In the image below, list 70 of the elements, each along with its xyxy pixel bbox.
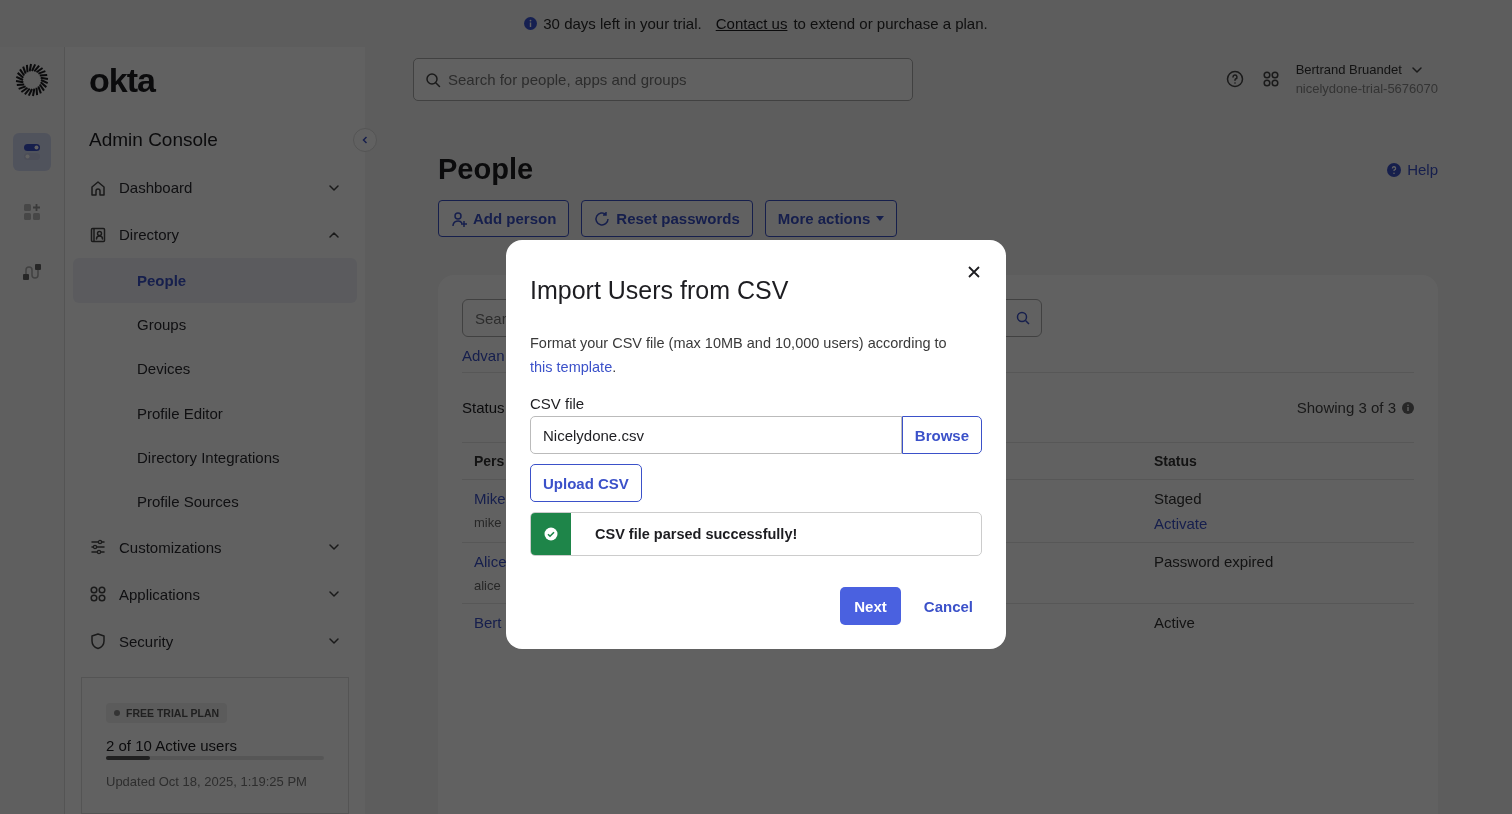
- file-field[interactable]: Nicelydone.csv: [530, 416, 902, 454]
- caret-icon: [876, 215, 885, 222]
- person-email: mike: [474, 515, 502, 530]
- column-header: Pers: [474, 453, 506, 469]
- add-person-icon: [451, 210, 467, 227]
- home-icon: [89, 178, 107, 197]
- field-label: CSV file: [530, 395, 586, 412]
- info-icon: [524, 17, 538, 30]
- nav-subitem[interactable]: Profile Sources: [73, 479, 357, 524]
- nav-item[interactable]: Directory: [73, 211, 357, 259]
- person-email: alice: [474, 578, 501, 593]
- user-menu[interactable]: Bertrand Bruandet: [1295, 62, 1438, 77]
- help-link[interactable]: Help: [1387, 161, 1438, 178]
- upload-button[interactable]: Upload CSV: [530, 464, 642, 502]
- action-button[interactable]: Reset passwords: [581, 200, 753, 237]
- collapse-button[interactable]: [353, 128, 377, 152]
- usage-text: 2 of 10 Active users: [106, 737, 238, 754]
- nav-subitem[interactable]: Groups: [73, 302, 357, 347]
- trial-message-suffix: to extend or purchase a plan.: [793, 15, 988, 32]
- result-count: Showing 3 of 3: [1296, 399, 1396, 416]
- contact-link[interactable]: Contact us: [715, 15, 788, 32]
- nav-subitem[interactable]: Directory Integrations: [73, 435, 357, 480]
- status-text: Staged: [1154, 490, 1202, 507]
- rail-item[interactable]: [13, 133, 51, 171]
- sidebar-title: Admin Console: [89, 129, 218, 151]
- four-circles-icon: [89, 585, 107, 604]
- alert-message: CSV file parsed successfully!: [594, 525, 798, 544]
- sliders-icon: [89, 538, 107, 557]
- trial-message: 30 days left in your trial.: [543, 15, 702, 32]
- person-name-link[interactable]: Alice: [474, 553, 507, 570]
- search-icon: [1016, 311, 1030, 325]
- shield-icon: [89, 632, 107, 651]
- brand-logo: okta: [88, 60, 157, 101]
- template-link[interactable]: this template: [530, 359, 613, 375]
- help-icon[interactable]: [1225, 70, 1244, 88]
- status-text: Active: [1154, 614, 1195, 631]
- plan-badge: FREE TRIAL PLAN: [106, 703, 228, 723]
- nav-subitem[interactable]: Profile Editor: [73, 390, 357, 436]
- nav-item[interactable]: Dashboard: [73, 164, 357, 212]
- help-icon: [1387, 162, 1402, 177]
- status-filter-label: Status: [462, 399, 505, 416]
- contact-card-icon: [89, 225, 107, 244]
- person-name-link[interactable]: Mike: [474, 490, 506, 507]
- activate-link[interactable]: Activate: [1154, 515, 1208, 532]
- chevron-left-icon: [360, 135, 370, 145]
- browse-button[interactable]: Browse: [901, 416, 982, 454]
- nav-subitem[interactable]: People: [73, 258, 357, 303]
- apps-grid-icon[interactable]: [1261, 70, 1280, 88]
- refresh-icon: [594, 210, 611, 227]
- column-header: Status: [1154, 453, 1198, 469]
- action-button[interactable]: Add person: [438, 200, 570, 237]
- next-button[interactable]: Next: [840, 587, 901, 625]
- status-text: Password expired: [1154, 553, 1274, 570]
- nav-item[interactable]: Security: [73, 617, 357, 665]
- nav-subitem[interactable]: Devices: [73, 346, 357, 391]
- nav-item[interactable]: Applications: [73, 570, 357, 618]
- dot-icon: [114, 710, 120, 716]
- add-app-icon: [21, 201, 43, 223]
- action-button[interactable]: More actions: [764, 200, 898, 237]
- sunburst-logo-icon: [15, 63, 49, 97]
- dialog-description: Format your CSV file (max 10MB and 10,000 users) according to this template.: [530, 334, 948, 377]
- nav-item[interactable]: Customizations: [73, 523, 357, 571]
- info-icon: [1402, 401, 1414, 414]
- page-title: People: [438, 153, 534, 186]
- workflow-icon: [21, 261, 43, 283]
- dialog-title: Import Users from CSV: [530, 276, 790, 305]
- person-name-link[interactable]: Bert: [474, 614, 502, 631]
- cancel-button[interactable]: Cancel: [914, 587, 982, 625]
- check-circle-icon: [544, 527, 558, 541]
- advanced-search-link[interactable]: Advan: [462, 347, 505, 364]
